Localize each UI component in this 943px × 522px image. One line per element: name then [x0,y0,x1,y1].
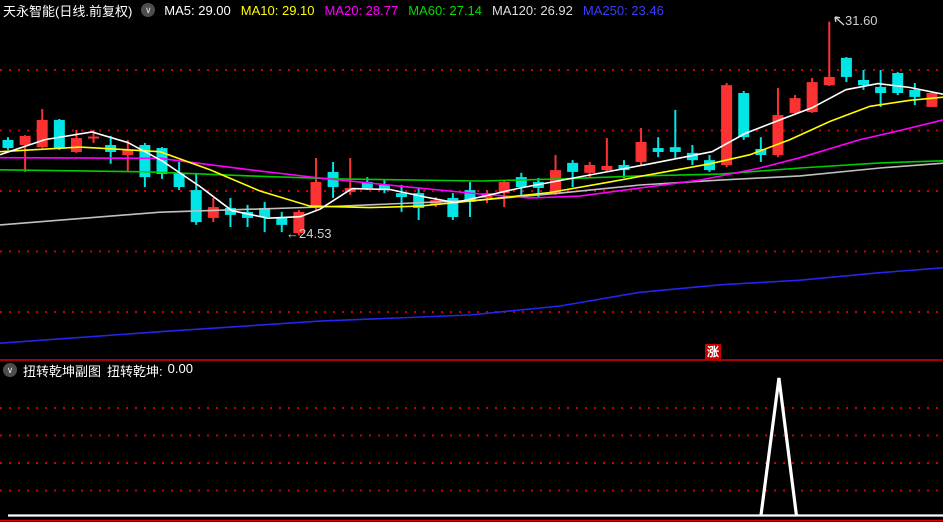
candle-body [601,165,613,171]
candle-body [909,89,921,97]
zhang-signal-badge: 涨 [705,344,721,360]
candle-body [635,141,647,162]
app-window: 天永智能(日线.前复权) ∨ MA5: 29.00 MA10: 29.10 MA20… [0,0,943,522]
candle-body [858,79,869,86]
candle-body [584,164,596,173]
chart-canvas[interactable] [0,0,943,522]
candle-body [721,85,733,165]
candle-body [310,181,322,208]
ma-line-MA250 [0,267,943,344]
ma-legend-item: MA20: 28.77 [324,2,399,18]
candle-body [396,193,408,198]
ma-legend-item: MA120: 26.92 [491,2,573,18]
ma-legend-item: MA10: 29.10 [240,2,315,18]
candle-body [2,139,14,149]
candle-body [276,217,288,225]
collapse-sub-icon[interactable]: ∨ [3,363,17,377]
candle-body [892,73,904,93]
stock-title: 天永智能(日线.前复权) [3,3,133,19]
chart-header: 天永智能(日线.前复权) ∨ MA5: 29.00 MA10: 29.10 MA20… [0,0,943,20]
collapse-main-icon[interactable]: ∨ [141,3,156,17]
candle-body [738,92,750,138]
ma-line-MA20 [0,119,943,199]
chevron-down-icon: ∨ [6,365,14,375]
candle-body [36,119,48,148]
candle-body [875,86,887,93]
candle-body [926,92,938,107]
indicator-value: 0.00 [167,360,193,376]
candle-body [567,162,579,172]
ma-legend-item: MA5: 29.00 [164,2,231,18]
candle-body [652,148,664,152]
indicator-label: 扭转乾坤: [107,363,163,379]
candle-body [19,135,31,146]
candle-body [840,57,852,77]
candle-body [515,177,527,188]
left-arrow-icon: ← [286,226,299,241]
low-price-label: ←24.53 [286,226,332,241]
ma-legend-item: MA60: 27.14 [408,2,482,18]
ma-legend: MA5: 29.00 MA10: 29.10 MA20: 28.77 MA60: 27… [164,3,664,18]
candle-body [669,147,681,152]
candle-body [207,207,219,218]
chevron-down-icon: ∨ [144,5,152,15]
indicator-readout: 扭转乾坤: 0.00 [107,361,193,380]
candle-body [70,138,82,152]
ma-legend-item: MA250: 23.46 [582,2,664,18]
subchart-header: ∨ 扭转乾坤副图 扭转乾坤: 0.00 [3,361,193,379]
candle-body [190,190,202,223]
candle-body [53,119,65,149]
candle-body [789,98,801,113]
candle-body [823,76,835,86]
subchart-title: 扭转乾坤副图 [23,363,102,379]
candle-body [88,136,100,139]
indicator-spike [759,377,799,516]
